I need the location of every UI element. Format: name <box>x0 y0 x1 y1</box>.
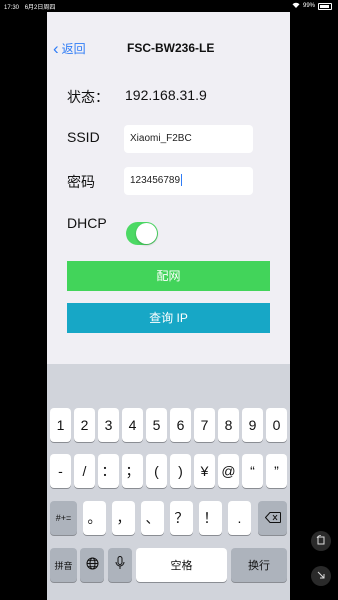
ssid-input[interactable]: Xiaomi_F2BC <box>124 125 253 153</box>
ssid-label: SSID <box>67 129 100 145</box>
key-semicolon[interactable]: ； <box>122 454 143 488</box>
toggle-knob <box>136 223 157 244</box>
battery-percent: 99% <box>302 3 315 9</box>
microphone-icon <box>115 556 125 574</box>
key-0[interactable]: 0 <box>266 408 287 442</box>
status-bar-left: 17:30 6月2日周四 <box>4 2 55 11</box>
key-open-quote[interactable]: “ <box>242 454 263 488</box>
key-dot[interactable]: . <box>228 501 251 535</box>
chevron-left-icon: ‹ <box>53 38 59 58</box>
key-6[interactable]: 6 <box>170 408 191 442</box>
status-date: 6月2日周四 <box>24 5 56 11</box>
minimize-button[interactable] <box>311 566 331 586</box>
rotate-button[interactable] <box>311 531 331 551</box>
status-label: 状态： <box>67 89 109 105</box>
key-question[interactable]: ？ <box>170 501 193 535</box>
status-value: 192.168.31.9 <box>125 87 207 103</box>
key-close-paren[interactable]: ) <box>170 454 191 488</box>
app-panel: ‹ 返回 FSC-BW236-LE 状态： 192.168.31.9 SSID … <box>47 12 290 364</box>
space-key[interactable]: 空格 <box>136 548 227 582</box>
keyboard: 1 2 3 4 5 6 7 8 9 0 - / ： ； ( ) ¥ @ “ ” … <box>47 364 290 600</box>
status-bar: 17:30 6月2日周四 99% <box>0 0 338 12</box>
key-comma-cn[interactable]: ， <box>112 501 135 535</box>
password-input[interactable]: 123456789 <box>124 167 253 195</box>
key-pinyin[interactable]: 拼音 <box>50 548 77 582</box>
text-caret <box>181 174 183 187</box>
rotate-icon <box>316 534 326 548</box>
wifi-icon <box>292 2 300 10</box>
key-9[interactable]: 9 <box>242 408 263 442</box>
status-bar-right: 99% <box>292 2 332 10</box>
key-at[interactable]: @ <box>218 454 239 488</box>
globe-button[interactable] <box>80 548 104 582</box>
key-enum-comma[interactable]: 、 <box>141 501 164 535</box>
key-colon[interactable]: ： <box>98 454 119 488</box>
key-slash[interactable]: / <box>74 454 95 488</box>
key-symbols[interactable]: #+= <box>50 501 77 535</box>
key-8[interactable]: 8 <box>218 408 239 442</box>
key-close-quote[interactable]: ” <box>266 454 287 488</box>
return-key[interactable]: 换行 <box>231 548 287 582</box>
dhcp-toggle[interactable] <box>126 222 158 245</box>
battery-icon <box>318 2 332 10</box>
status-time: 17:30 <box>4 5 20 11</box>
key-4[interactable]: 4 <box>122 408 143 442</box>
back-button[interactable]: ‹ 返回 <box>53 40 86 57</box>
key-2[interactable]: 2 <box>74 408 95 442</box>
key-5[interactable]: 5 <box>146 408 167 442</box>
key-3[interactable]: 3 <box>98 408 119 442</box>
password-value: 123456789 <box>130 175 181 186</box>
backspace-icon <box>264 510 281 526</box>
ssid-value: Xiaomi_F2BC <box>130 133 192 144</box>
microphone-button[interactable] <box>108 548 132 582</box>
minimize-icon <box>316 570 326 583</box>
password-label: 密码 <box>67 174 95 190</box>
key-period-cn[interactable]: 。 <box>83 501 106 535</box>
back-label: 返回 <box>61 42 86 56</box>
dhcp-label: DHCP <box>67 215 107 231</box>
globe-icon <box>86 557 99 573</box>
key-yen[interactable]: ¥ <box>194 454 215 488</box>
key-hyphen[interactable]: - <box>50 454 71 488</box>
page-title: FSC-BW236-LE <box>127 41 215 55</box>
key-1[interactable]: 1 <box>50 408 71 442</box>
backspace-button[interactable] <box>258 501 287 535</box>
key-7[interactable]: 7 <box>194 408 215 442</box>
config-network-button[interactable]: 配网 <box>67 261 270 291</box>
key-exclaim[interactable]: ！ <box>199 501 222 535</box>
key-open-paren[interactable]: ( <box>146 454 167 488</box>
query-ip-button[interactable]: 查询 IP <box>67 303 270 333</box>
